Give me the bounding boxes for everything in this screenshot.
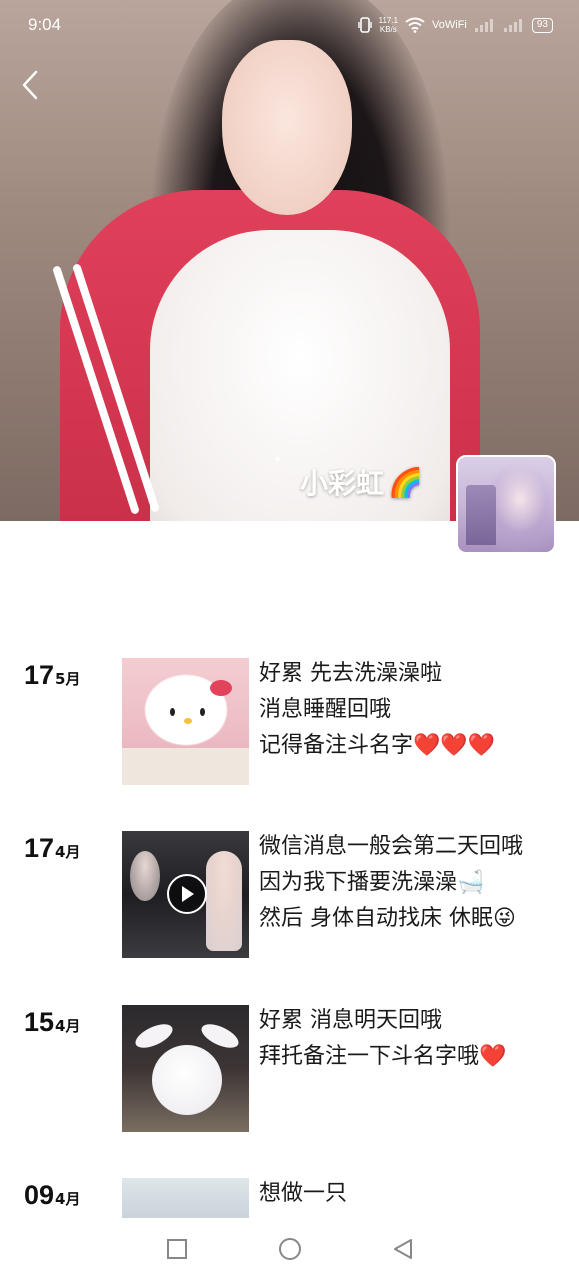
- caption-line: 好累 先去洗澡澡啦: [259, 661, 442, 686]
- back-button[interactable]: [14, 66, 46, 104]
- thumb-figure-shape: [130, 851, 160, 901]
- caption-line: 因为我下播要洗澡澡🛁: [259, 870, 485, 895]
- status-bar: 9:04 117.1 KB/s VoWiFi 93: [0, 0, 579, 50]
- thumb-figure-shape: [206, 851, 242, 951]
- post-thumbnail[interactable]: [122, 1005, 249, 1132]
- play-icon: [182, 886, 194, 902]
- post-caption: 好累 先去洗澡澡啦 消息睡醒回哦 记得备注斗名字❤️❤️❤️: [259, 656, 569, 764]
- status-icons: 117.1 KB/s VoWiFi 93: [357, 16, 553, 34]
- sparkle-icon: ✦: [272, 452, 284, 468]
- thumb-ear-shape: [132, 1019, 176, 1053]
- post-month: 5月: [55, 670, 81, 688]
- recent-apps-button[interactable]: [162, 1234, 192, 1264]
- post-caption: 微信消息一般会第二天回哦 因为我下播要洗澡澡🛁 然后 身体自动找床 休眠😜: [259, 829, 569, 937]
- network-speed-unit: KB/s: [379, 25, 397, 34]
- home-button[interactable]: [275, 1234, 305, 1264]
- cover-photo: [0, 0, 579, 521]
- thumb-table-shape: [122, 748, 249, 785]
- thumb-nose-shape: [184, 718, 192, 724]
- list-item[interactable]: 17 5月 好累 先去洗澡澡啦 消息睡醒回哦 记得备注斗名字❤️❤️❤️: [0, 650, 579, 785]
- vowifi-label: VoWiFi: [432, 19, 467, 31]
- post-date: 17 4月: [24, 833, 80, 864]
- caption-line: 微信消息一般会第二天回哦: [259, 834, 524, 859]
- circle-icon: [278, 1238, 301, 1260]
- cover-face-shape: [222, 40, 352, 215]
- post-month: 4月: [55, 1017, 81, 1035]
- list-item[interactable]: 17 4月 微信消息一般会第二天回哦 因为我下播要洗澡澡🛁 然后 身体自动找床 …: [0, 823, 579, 958]
- post-month: 4月: [55, 1190, 81, 1208]
- post-day: 17: [24, 660, 55, 690]
- wifi-icon: [405, 17, 425, 33]
- caption-line: 消息睡醒回哦: [259, 697, 392, 722]
- avatar-castle-shape: [466, 485, 496, 545]
- chevron-left-icon: [22, 70, 38, 100]
- post-day: 09: [24, 1180, 55, 1210]
- signal-icon: [474, 19, 493, 32]
- post-caption: 想做一只: [259, 1176, 569, 1212]
- network-speed: 117.1 KB/s: [379, 16, 398, 34]
- thumb-ear-shape: [198, 1019, 242, 1053]
- square-icon: [166, 1239, 187, 1259]
- thumb-eye-shape: [170, 708, 175, 716]
- post-thumbnail-video[interactable]: [122, 831, 249, 958]
- list-item[interactable]: 15 4月 好累 消息明天回哦 拜托备注一下斗名字哦❤️: [0, 997, 579, 1132]
- list-item[interactable]: 09 4月 想做一只: [0, 1170, 579, 1218]
- status-time: 9:04: [28, 15, 62, 34]
- caption-line: 想做一只: [259, 1181, 348, 1206]
- post-thumbnail[interactable]: [122, 1178, 249, 1218]
- post-date: 17 5月: [24, 660, 80, 691]
- profile-name-text: 小彩虹: [300, 467, 385, 500]
- network-speed-value: 117.1: [378, 16, 399, 25]
- post-month: 4月: [55, 843, 81, 861]
- vibrate-icon: [357, 17, 372, 33]
- system-navigation-bar: [0, 1218, 579, 1280]
- post-date: 15 4月: [24, 1007, 80, 1038]
- rainbow-icon: 🌈: [388, 465, 423, 499]
- post-thumbnail[interactable]: [122, 658, 249, 785]
- avatar[interactable]: [456, 455, 556, 554]
- play-button[interactable]: [167, 874, 207, 914]
- triangle-back-icon: [393, 1239, 412, 1259]
- post-caption: 好累 消息明天回哦 拜托备注一下斗名字哦❤️: [259, 1003, 569, 1075]
- battery-level: 93: [531, 17, 553, 33]
- thumb-bow-shape: [210, 680, 232, 696]
- post-day: 17: [24, 833, 55, 863]
- caption-line: 好累 消息明天回哦: [259, 1008, 442, 1033]
- caption-line: 然后 身体自动找床 休眠😜: [259, 906, 516, 931]
- thumb-eye-shape: [200, 708, 205, 716]
- profile-name: 小彩虹 🌈: [300, 462, 423, 502]
- signal-icon-2: [503, 19, 522, 32]
- post-date: 09 4月: [24, 1180, 80, 1211]
- caption-line: 拜托备注一下斗名字哦❤️: [259, 1044, 507, 1069]
- system-back-button[interactable]: [388, 1234, 418, 1264]
- caption-line: 记得备注斗名字❤️❤️❤️: [259, 733, 496, 758]
- thumb-bunny-shape: [152, 1045, 222, 1115]
- post-day: 15: [24, 1007, 55, 1037]
